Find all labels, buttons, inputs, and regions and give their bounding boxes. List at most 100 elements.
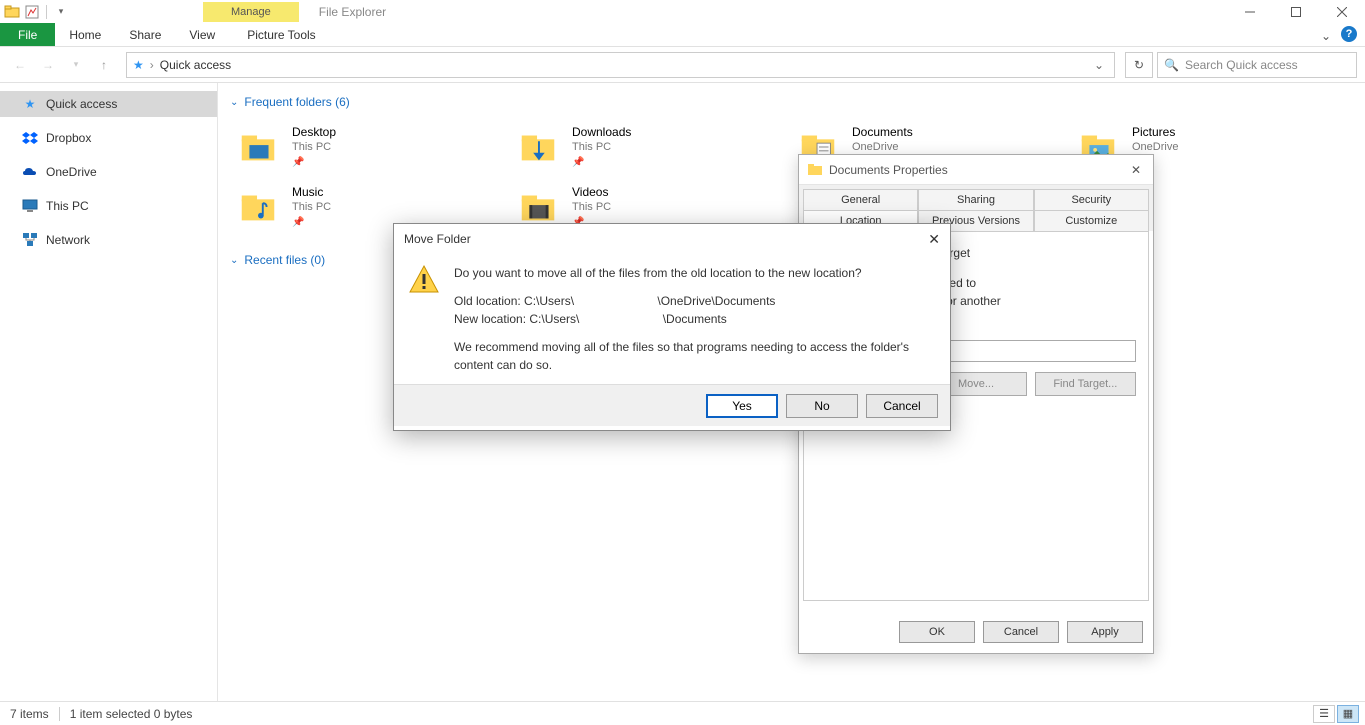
dropbox-icon [22, 130, 38, 146]
close-icon[interactable]: ✕ [1127, 163, 1145, 177]
folder-name: Downloads [572, 125, 631, 141]
address-separator: › [150, 58, 154, 72]
folder-name: Pictures [1132, 125, 1178, 141]
tab-share[interactable]: Share [115, 23, 175, 46]
pin-icon: 📌 [292, 156, 336, 169]
sidebar-item-quick-access[interactable]: ★ Quick access [0, 91, 217, 117]
sidebar-label: Quick access [46, 97, 117, 111]
minimize-button[interactable] [1227, 0, 1273, 23]
qat-dropdown-icon[interactable]: ▾ [53, 4, 69, 20]
sidebar-label: Dropbox [46, 131, 91, 145]
chevron-down-icon: ⌄ [230, 255, 238, 266]
tab-view[interactable]: View [175, 23, 229, 46]
apply-button[interactable]: Apply [1067, 621, 1143, 643]
cancel-button[interactable]: Cancel [983, 621, 1059, 643]
folder-icon [234, 123, 282, 171]
dialog-titlebar[interactable]: Documents Properties ✕ [799, 155, 1153, 185]
up-button[interactable]: ↑ [92, 53, 116, 77]
search-placeholder: Search Quick access [1185, 58, 1298, 72]
navigation-pane: ★ Quick access Dropbox OneDrive This PC … [0, 83, 218, 701]
search-box[interactable]: 🔍 Search Quick access [1157, 52, 1357, 78]
folder-item-downloads[interactable]: DownloadsThis PC 📌 [510, 117, 770, 177]
yes-button[interactable]: Yes [706, 394, 778, 418]
qat-separator [46, 5, 47, 19]
folder-item-desktop[interactable]: DesktopThis PC 📌 [230, 117, 490, 177]
chevron-down-icon: ⌄ [230, 97, 238, 108]
star-icon: ★ [22, 96, 38, 112]
address-bar[interactable]: ★ › Quick access ⌄ [126, 52, 1115, 78]
quick-access-toolbar: ▾ [0, 0, 73, 23]
status-bar: 7 items 1 item selected 0 bytes ☰ ▦ [0, 701, 1365, 725]
dialog-title: Documents Properties [829, 163, 1127, 177]
explorer-icon [4, 4, 20, 20]
view-large-icons-button[interactable]: ▦ [1337, 705, 1359, 723]
pin-icon: 📌 [572, 156, 631, 169]
folder-name: Desktop [292, 125, 336, 141]
status-selection: 1 item selected 0 bytes [70, 707, 193, 721]
collapse-ribbon-icon[interactable]: ⌄ [1321, 29, 1331, 43]
tab-file[interactable]: File [0, 23, 55, 46]
status-item-count: 7 items [10, 707, 49, 721]
forward-button[interactable]: → [36, 53, 60, 77]
tab-picture-tools[interactable]: Picture Tools [233, 23, 329, 46]
close-icon[interactable]: ✕ [928, 231, 940, 248]
folder-sub: This PC [292, 140, 336, 154]
folder-sub: OneDrive [852, 140, 913, 154]
sidebar-item-onedrive[interactable]: OneDrive [0, 159, 217, 185]
folder-icon [234, 183, 282, 231]
close-button[interactable] [1319, 0, 1365, 23]
cancel-button[interactable]: Cancel [866, 394, 938, 418]
new-location: New location: C:\Users\ \Documents [454, 310, 932, 328]
view-details-button[interactable]: ☰ [1313, 705, 1335, 723]
old-location: Old location: C:\Users\ \OneDrive\Docume… [454, 292, 932, 310]
move-recommendation: We recommend moving all of the files so … [454, 338, 932, 374]
ribbon-tabs: File Home Share View Picture Tools ⌄ ? [0, 23, 1365, 47]
folder-sub: This PC [572, 140, 631, 154]
pin-icon: 📌 [292, 216, 331, 229]
ok-button[interactable]: OK [899, 621, 975, 643]
back-button[interactable]: ← [8, 53, 32, 77]
tab-sharing[interactable]: Sharing [918, 189, 1033, 211]
folder-sub: This PC [292, 200, 331, 214]
folder-name: Documents [852, 125, 913, 141]
monitor-icon [22, 198, 38, 214]
folder-sub: This PC [572, 200, 611, 214]
sidebar-item-dropbox[interactable]: Dropbox [0, 125, 217, 151]
network-icon [22, 232, 38, 248]
titlebar: ▾ Manage File Explorer [0, 0, 1365, 23]
sidebar-item-this-pc[interactable]: This PC [0, 193, 217, 219]
no-button[interactable]: No [786, 394, 858, 418]
folder-sub: OneDrive [1132, 140, 1178, 154]
find-target-button[interactable]: Find Target... [1035, 372, 1136, 396]
properties-icon[interactable] [24, 4, 40, 20]
folder-icon [514, 123, 562, 171]
folder-icon [807, 162, 823, 178]
tab-home[interactable]: Home [55, 23, 115, 46]
app-title: File Explorer [299, 5, 386, 19]
sidebar-label: OneDrive [46, 165, 97, 179]
group-frequent-folders[interactable]: ⌄ Frequent folders (6) [230, 95, 1353, 109]
help-icon[interactable]: ? [1341, 26, 1357, 42]
tab-security[interactable]: Security [1034, 189, 1149, 211]
sidebar-label: This PC [46, 199, 89, 213]
maximize-button[interactable] [1273, 0, 1319, 23]
group-title: Frequent folders (6) [244, 95, 349, 109]
warning-icon [408, 264, 440, 296]
group-title: Recent files (0) [244, 253, 325, 267]
folder-name: Music [292, 185, 331, 201]
tab-general[interactable]: General [803, 189, 918, 211]
move-question: Do you want to move all of the files fro… [454, 264, 932, 282]
folder-name: Videos [572, 185, 611, 201]
tab-customize[interactable]: Customize [1034, 210, 1149, 232]
context-tab-manage[interactable]: Manage [203, 2, 299, 22]
dialog-titlebar[interactable]: Move Folder ✕ [394, 224, 950, 254]
address-text: Quick access [160, 58, 1084, 72]
search-icon: 🔍 [1164, 58, 1179, 72]
refresh-button[interactable]: ↻ [1125, 52, 1153, 78]
move-folder-dialog: Move Folder ✕ Do you want to move all of… [393, 223, 951, 431]
recent-dropdown[interactable]: ▾ [64, 53, 88, 77]
sidebar-label: Network [46, 233, 90, 247]
address-dropdown-icon[interactable]: ⌄ [1090, 58, 1108, 72]
sidebar-item-network[interactable]: Network [0, 227, 217, 253]
dialog-title: Move Folder [404, 232, 928, 246]
